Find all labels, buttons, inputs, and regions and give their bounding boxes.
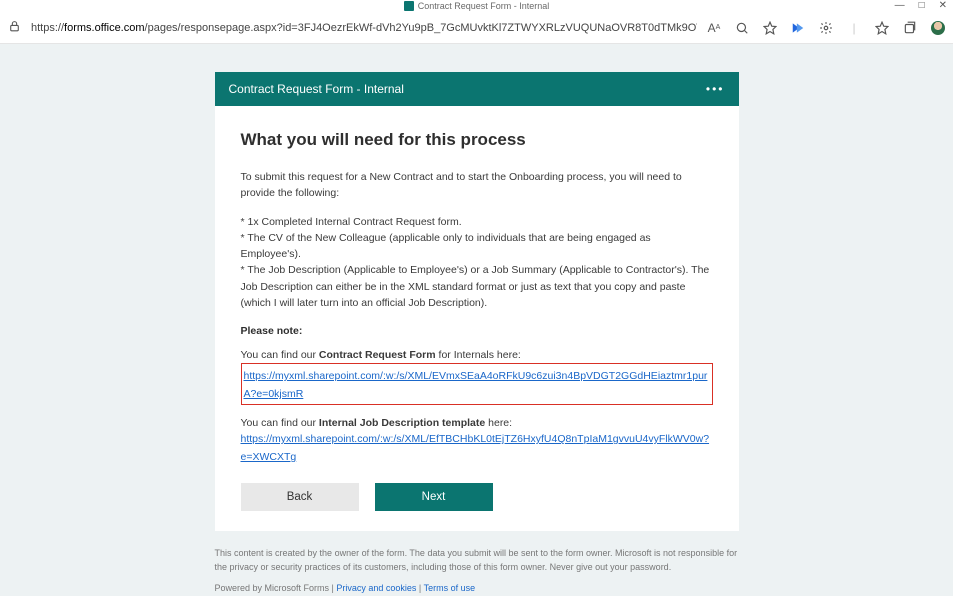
- close-icon[interactable]: ✕: [939, 0, 947, 11]
- extensions-icon[interactable]: [819, 21, 833, 35]
- form-container: Contract Request Form - Internal ••• Wha…: [215, 72, 739, 596]
- bullet-item: * The CV of the New Colleague (applicabl…: [241, 230, 713, 263]
- favorite-icon[interactable]: [763, 21, 777, 35]
- please-note-label: Please note:: [241, 325, 713, 337]
- button-row: Back Next: [241, 483, 713, 511]
- disclaimer-text: This content is created by the owner of …: [215, 547, 739, 574]
- window-titlebar: Contract Request Form - Internal — □ ✕: [0, 0, 953, 12]
- url-host: forms.office.com: [64, 22, 145, 34]
- privacy-link[interactable]: Privacy and cookies: [336, 583, 416, 593]
- form-header-title: Contract Request Form - Internal: [229, 82, 404, 96]
- more-options-icon[interactable]: •••: [706, 82, 725, 96]
- job-description-link[interactable]: https://myxml.sharepoint.com/:w:/s/XML/E…: [241, 433, 710, 463]
- profile-avatar[interactable]: [931, 21, 945, 35]
- automate-icon[interactable]: [791, 21, 805, 35]
- intro-text: To submit this request for a New Contrac…: [241, 170, 713, 202]
- site-info-icon[interactable]: [8, 20, 21, 36]
- next-button[interactable]: Next: [375, 483, 493, 511]
- form-header: Contract Request Form - Internal •••: [215, 72, 739, 106]
- url-protocol: https://: [31, 22, 64, 34]
- form-footer: This content is created by the owner of …: [215, 547, 739, 596]
- window-title: Contract Request Form - Internal: [418, 1, 550, 11]
- requirements-list: * 1x Completed Internal Contract Request…: [241, 214, 713, 312]
- section-heading: What you will need for this process: [241, 130, 713, 150]
- minimize-icon[interactable]: —: [895, 0, 905, 11]
- powered-by-text: Powered by Microsoft Forms |: [215, 583, 337, 593]
- text-size-icon[interactable]: AA: [707, 21, 721, 35]
- highlighted-link-box: https://myxml.sharepoint.com/:w:/s/XML/E…: [241, 363, 713, 405]
- back-button[interactable]: Back: [241, 483, 359, 511]
- bullet-item: * 1x Completed Internal Contract Request…: [241, 214, 713, 230]
- bullet-item: * The Job Description (Applicable to Emp…: [241, 262, 713, 311]
- favorites-bar-icon[interactable]: [875, 21, 889, 35]
- collections-icon[interactable]: [903, 21, 917, 35]
- contract-form-link[interactable]: https://myxml.sharepoint.com/:w:/s/XML/E…: [244, 370, 708, 400]
- job-description-prompt: You can find our Internal Job Descriptio…: [241, 417, 713, 429]
- divider: |: [847, 21, 861, 35]
- terms-link[interactable]: Terms of use: [424, 583, 476, 593]
- address-bar[interactable]: https://forms.office.com/pages/responsep…: [31, 22, 697, 34]
- page-content: Contract Request Form - Internal ••• Wha…: [0, 44, 953, 596]
- maximize-icon[interactable]: □: [919, 0, 925, 11]
- url-path: /pages/responsepage.aspx?id=3FJ4OezrEkWf…: [145, 22, 697, 34]
- browser-toolbar: https://forms.office.com/pages/responsep…: [0, 12, 953, 44]
- forms-app-icon: [404, 1, 414, 11]
- search-icon[interactable]: [735, 21, 749, 35]
- contract-form-prompt: You can find our Contract Request Form f…: [241, 349, 713, 361]
- form-body: What you will need for this process To s…: [215, 106, 739, 531]
